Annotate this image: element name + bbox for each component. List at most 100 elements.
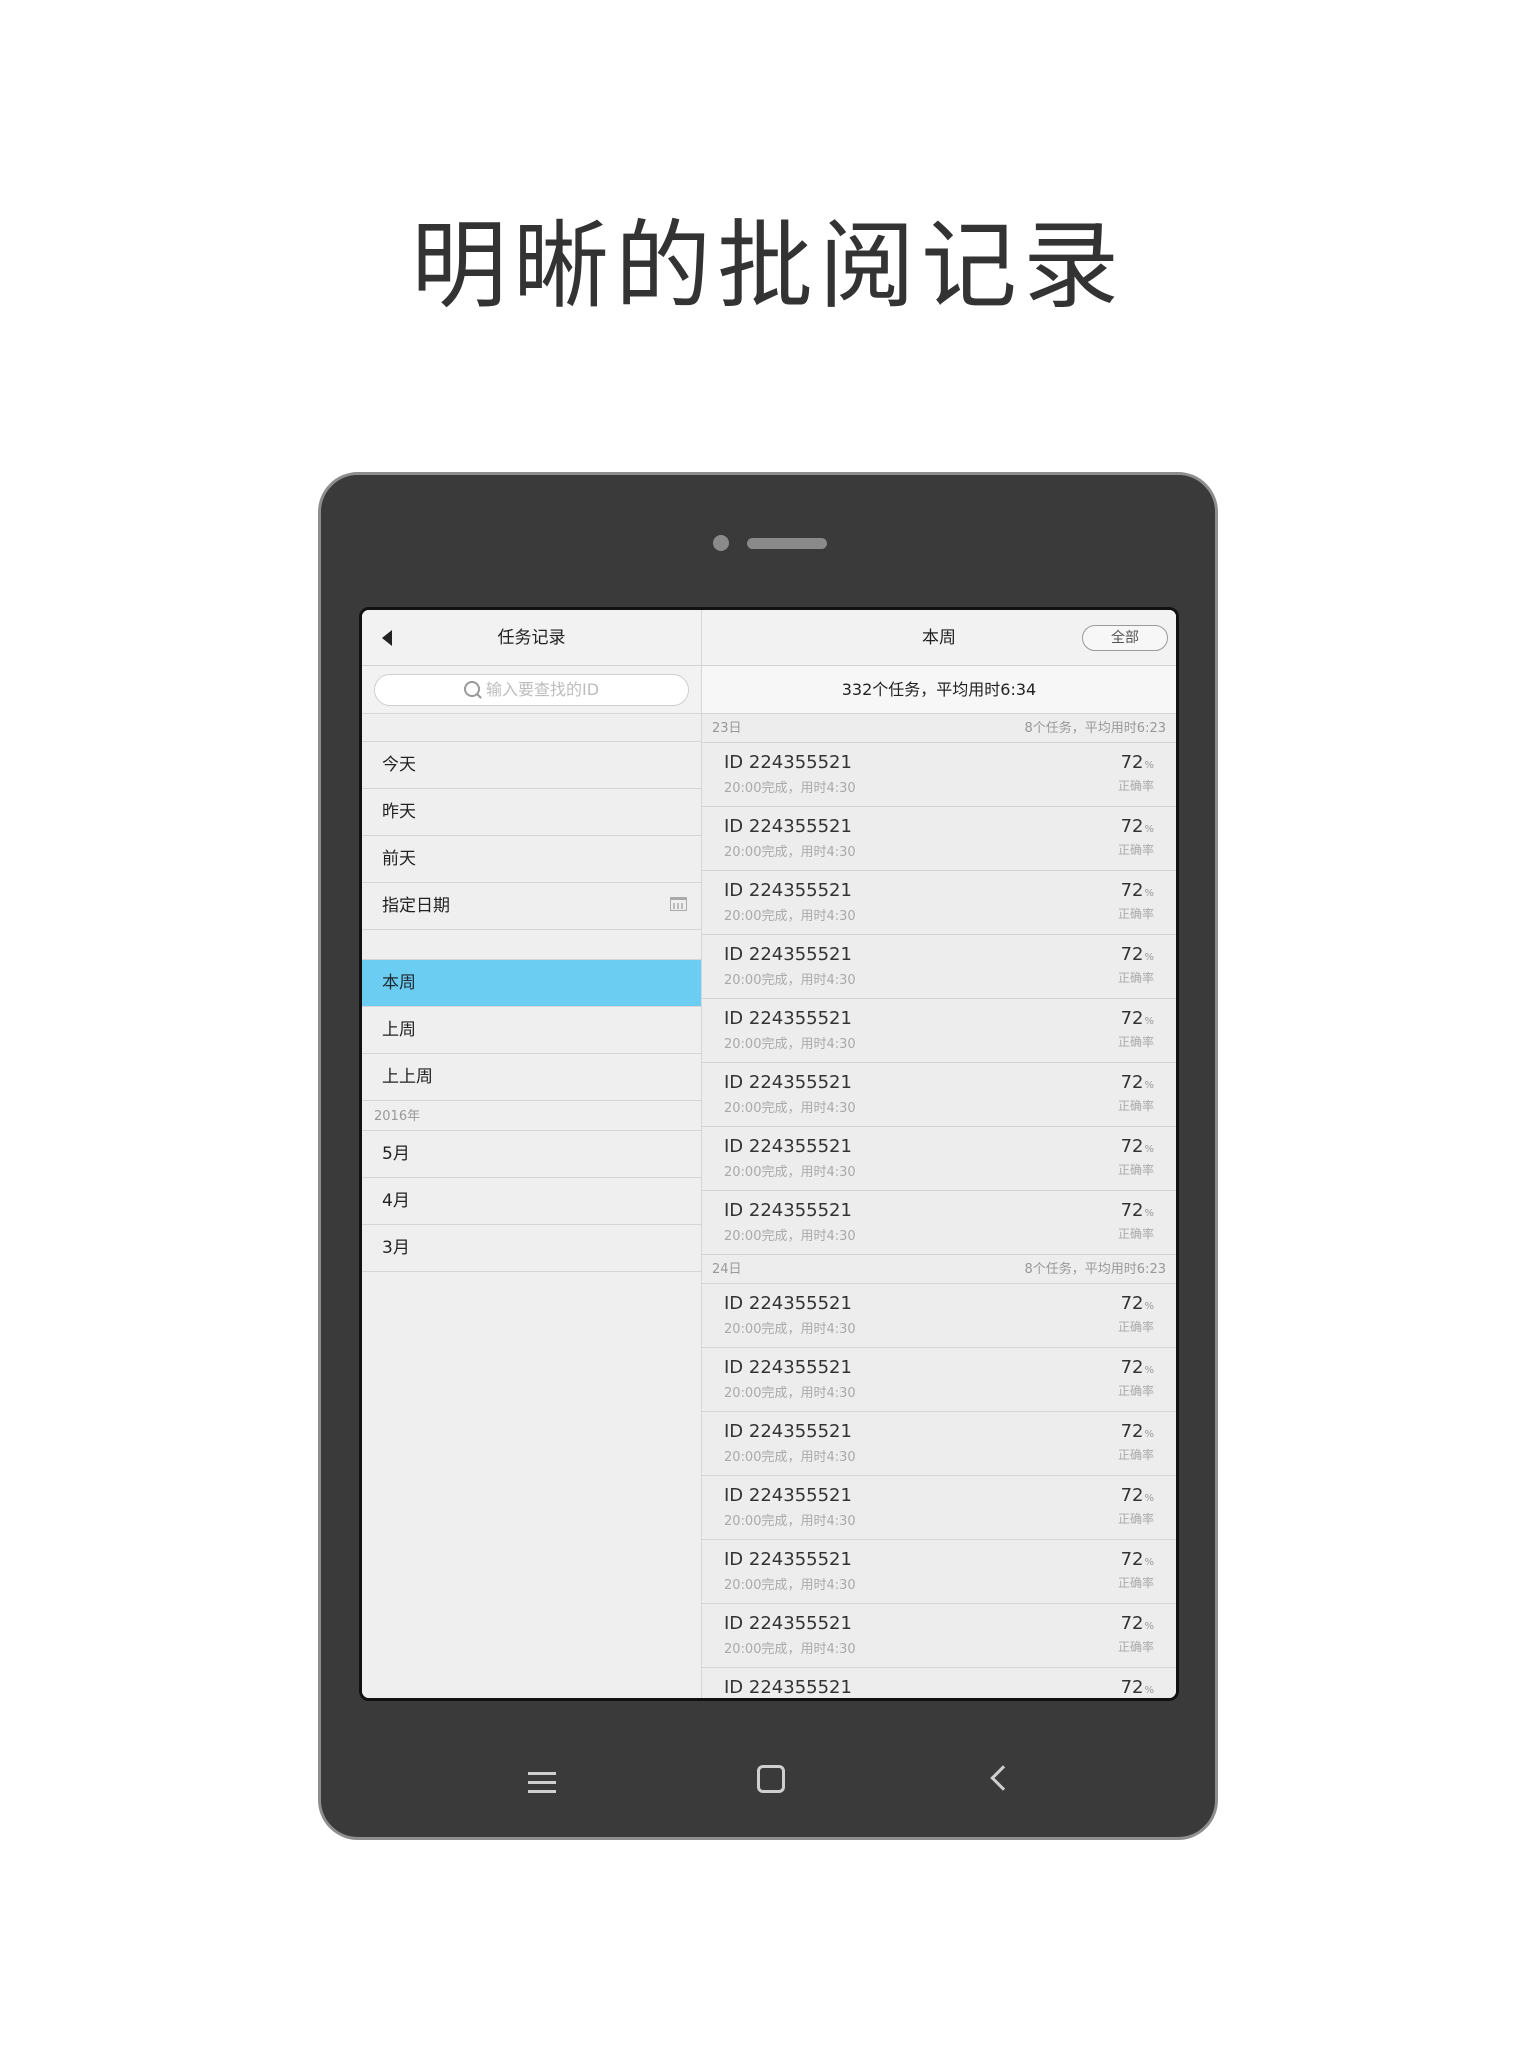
accuracy-label: 正确率 [1117,1512,1154,1526]
record-id: ID 224355521 [724,1072,852,1093]
accuracy-number: 72 [1120,816,1144,837]
sidebar-item-this-week[interactable]: 本周 [362,960,701,1007]
home-icon[interactable] [757,1765,785,1793]
percent-unit: % [1144,1208,1154,1219]
sidebar-title: 任务记录 [497,628,566,648]
accuracy-number: 72 [1120,944,1144,965]
sidebar-item-pick-date[interactable]: 指定日期 [362,883,701,930]
accuracy-number: 72 [1120,1421,1144,1442]
search-icon [463,681,480,697]
percent-unit: % [1144,952,1154,963]
accuracy-value: 72% [1121,1677,1154,1698]
accuracy-value: 72% [1121,1357,1154,1378]
record-row[interactable]: ID 224355521 20:00完成，用时4:30 正确率 72% [702,1476,1176,1540]
accuracy-label: 正确率 [1117,1384,1154,1398]
record-time: 20:00完成，用时4:30 [724,909,856,924]
record-row[interactable]: ID 224355521 20:00完成，用时4:30 正确率 72% [702,1127,1176,1191]
record-time: 20:00完成，用时4:30 [724,845,856,860]
accuracy-number: 72 [1120,1549,1144,1570]
accuracy-value: 72% [1121,1200,1154,1221]
record-time: 20:00完成，用时4:30 [724,1514,856,1529]
record-time: 20:00完成，用时4:30 [724,1386,856,1401]
record-row[interactable]: ID 224355521 20:00完成，用时4:30 正确率 72% [702,1191,1176,1255]
percent-unit: % [1144,1016,1154,1027]
day-header: 24日 8个任务，平均用时6:23 [702,1255,1176,1284]
sidebar-item-two-weeks-ago[interactable]: 上上周 [362,1054,701,1101]
record-id: ID 224355521 [724,1293,852,1314]
record-row[interactable]: ID 224355521 20:00完成，用时4:30 正确率 72% [702,871,1176,935]
main-navbar: 本周 全部 [702,610,1176,666]
record-id: ID 224355521 [724,1549,852,1570]
search-row: 输入要查找的ID [362,666,701,714]
accuracy-value: 72% [1121,1072,1154,1093]
percent-unit: % [1144,1493,1154,1504]
all-button[interactable]: 全部 [1082,625,1168,651]
months-list: 5月 4月 3月 [362,1131,701,1272]
record-id: ID 224355521 [724,1613,852,1634]
sidebar-navbar: 任务记录 [362,610,701,666]
menu-icon[interactable] [528,1770,556,1794]
accuracy-number: 72 [1120,1008,1144,1029]
sidebar-item-today[interactable]: 今天 [362,742,701,789]
record-row[interactable]: ID 224355521 20:00完成，用时4:30 正确率 72% [702,1412,1176,1476]
percent-unit: % [1144,888,1154,899]
record-id: ID 224355521 [724,1136,852,1157]
record-row[interactable]: ID 224355521 20:00完成，用时4:30 正确率 72% [702,1540,1176,1604]
accuracy-label: 正确率 [1117,1163,1154,1177]
percent-unit: % [1144,1685,1154,1696]
record-id: ID 224355521 [724,880,852,901]
record-time: 20:00完成，用时4:30 [724,1229,856,1244]
accuracy-label: 正确率 [1117,1099,1154,1113]
records-panel: 本周 全部 332个任务，平均用时6:34 23日 8个任务，平均用时6:23 ID… [702,610,1176,1698]
accuracy-number: 72 [1120,1485,1144,1506]
recent-days-list: 今天 昨天 前天 指定日期 [362,742,701,930]
accuracy-number: 72 [1120,1200,1144,1221]
percent-unit: % [1144,1621,1154,1632]
record-row[interactable]: ID 224355521 20:00完成，用时4:30 正确率 72% [702,743,1176,807]
record-row[interactable]: ID 224355521 20:00完成，用时4:30 正确率 72% [702,935,1176,999]
sidebar-item-april[interactable]: 4月 [362,1178,701,1225]
record-time: 20:00完成，用时4:30 [724,1037,856,1052]
record-row[interactable]: ID 224355521 20:00完成，用时4:30 正确率 72% [702,1348,1176,1412]
sidebar: 任务记录 输入要查找的ID 今天 昨天 前天 指定日期 本周 上周 上上周 20… [362,610,702,1698]
accuracy-label: 正确率 [1117,843,1154,857]
record-row[interactable]: ID 224355521 20:00完成，用时4:30 正确率 72% [702,1063,1176,1127]
accuracy-label: 正确率 [1117,1227,1154,1241]
record-time: 20:00完成，用时4:30 [724,781,856,796]
record-id: ID 224355521 [724,752,852,773]
sidebar-item-last-week[interactable]: 上周 [362,1007,701,1054]
accuracy-number: 72 [1120,1677,1144,1698]
accuracy-value: 72% [1121,944,1154,965]
record-row[interactable]: ID 224355521 20:00完成，用时4:30 正确率 72% [702,999,1176,1063]
day-label: 24日 [712,1262,742,1277]
record-id: ID 224355521 [724,1200,852,1221]
headline: 明晰的批阅记录 [411,210,1125,322]
record-id: ID 224355521 [724,1485,852,1506]
sidebar-item-march[interactable]: 3月 [362,1225,701,1272]
search-input[interactable]: 输入要查找的ID [374,674,689,706]
record-row[interactable]: ID 224355521 20:00完成，用时4:30 正确率 72% [702,1284,1176,1348]
record-row[interactable]: ID 224355521 20:00完成，用时4:30 正确率 72% [702,1604,1176,1668]
accuracy-value: 72% [1121,1613,1154,1634]
accuracy-label: 正确率 [1117,1448,1154,1462]
day-summary: 8个任务，平均用时6:23 [1024,721,1166,736]
calendar-icon[interactable] [670,897,687,911]
sidebar-item-may[interactable]: 5月 [362,1131,701,1178]
percent-unit: % [1144,1429,1154,1440]
accuracy-number: 72 [1120,1613,1144,1634]
percent-unit: % [1144,1144,1154,1155]
record-row[interactable]: ID 224355521 72% [702,1668,1176,1698]
accuracy-number: 72 [1120,1357,1144,1378]
accuracy-label: 正确率 [1117,971,1154,985]
back-icon[interactable] [990,1765,1016,1791]
accuracy-value: 72% [1121,1293,1154,1314]
sidebar-item-yesterday[interactable]: 昨天 [362,789,701,836]
record-row[interactable]: ID 224355521 20:00完成，用时4:30 正确率 72% [702,807,1176,871]
accuracy-value: 72% [1121,1008,1154,1029]
percent-unit: % [1144,824,1154,835]
accuracy-label: 正确率 [1117,1035,1154,1049]
record-id: ID 224355521 [724,1677,852,1698]
accuracy-value: 72% [1121,1485,1154,1506]
sidebar-item-day-before[interactable]: 前天 [362,836,701,883]
accuracy-value: 72% [1121,752,1154,773]
